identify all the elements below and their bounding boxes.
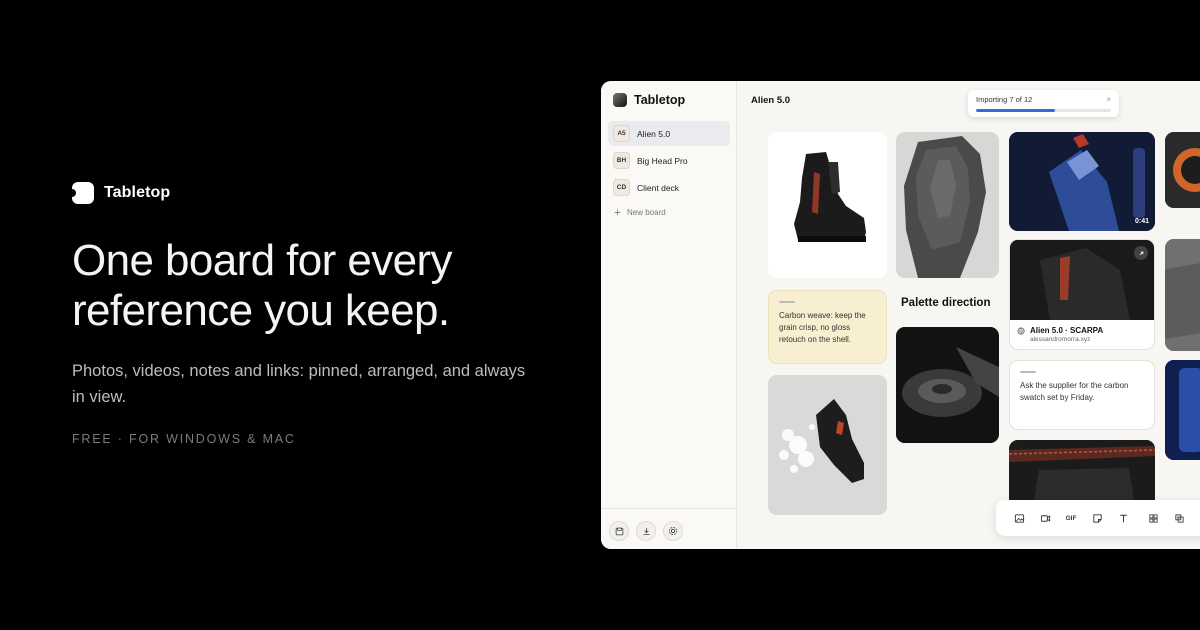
close-icon[interactable]: ×: [1106, 95, 1111, 104]
group-button[interactable]: [1140, 505, 1166, 531]
add-text-button[interactable]: [1110, 505, 1136, 531]
video-thumbnail: [1009, 132, 1155, 231]
image-card-orange-detail[interactable]: [1165, 132, 1200, 208]
brand: Tabletop: [72, 182, 552, 204]
image-card-carbon-detail[interactable]: [896, 327, 999, 443]
board-title: Alien 5.0: [751, 95, 791, 106]
note-card-carbon[interactable]: Carbon weave: keep the grain crisp, no g…: [768, 290, 887, 364]
carbon-detail-image: [896, 327, 999, 443]
tagline: FREE · FOR WINDOWS & MAC: [72, 432, 296, 446]
hero: Tabletop One board for every reference y…: [72, 182, 552, 446]
link-meta: Alien 5.0 · SCARPA alessandromorra.xyz: [1017, 326, 1103, 343]
save-icon: [615, 527, 623, 535]
video-icon: [1040, 514, 1050, 522]
board-list: A5 Alien 5.0 BH Big Head Pro CD Client d…: [608, 121, 730, 222]
insert-toolbar: GIF: [996, 500, 1200, 536]
palette-heading: Palette direction: [901, 297, 991, 309]
toast-text: Importing 7 of 12: [976, 95, 1033, 104]
progress-fill: [976, 109, 1055, 112]
gif-icon: GIF: [1065, 514, 1077, 522]
bring-forward-icon: [1174, 513, 1184, 523]
download-button[interactable]: [636, 521, 656, 541]
image-card-sculpture[interactable]: [896, 132, 999, 278]
sidebar-item-alien-5[interactable]: A5 Alien 5.0: [608, 121, 730, 146]
headline: One board for every reference you keep.: [72, 236, 453, 335]
board-badge: CD: [613, 179, 630, 196]
add-note-button[interactable]: [1084, 505, 1110, 531]
blue-bottle-image: [1165, 360, 1200, 460]
sidebar: Tabletop A5 Alien 5.0 BH Big Head Pro CD…: [601, 81, 737, 549]
tabletop-logo-icon: [72, 182, 94, 204]
sidebar-footer: [601, 508, 737, 541]
add-video-button[interactable]: [1032, 505, 1058, 531]
add-gif-button[interactable]: GIF: [1058, 505, 1084, 531]
group-icon: [1148, 513, 1158, 523]
sidebar-item-big-head-pro[interactable]: BH Big Head Pro: [608, 148, 730, 173]
globe-icon: [1017, 327, 1025, 335]
send-backward-button[interactable]: [1192, 505, 1200, 531]
video-duration: 0:41: [1134, 218, 1149, 225]
add-image-button[interactable]: [1006, 505, 1032, 531]
image-card-texture[interactable]: [1165, 239, 1200, 351]
save-button[interactable]: [609, 521, 629, 541]
new-board-label: New board: [627, 207, 666, 217]
board-badge: BH: [613, 152, 630, 169]
note-text: Ask the supplier for the carbon swatch s…: [1020, 381, 1129, 402]
image-card-blue-bottle[interactable]: [1165, 360, 1200, 460]
boot-image: [794, 152, 866, 242]
app-window: Tabletop A5 Alien 5.0 BH Big Head Pro CD…: [601, 81, 1200, 549]
text-icon: [1119, 514, 1127, 522]
board-name: Big Head Pro: [637, 155, 688, 166]
image-card-boot[interactable]: [768, 132, 887, 278]
external-link-icon: [1139, 251, 1143, 255]
gear-icon: [668, 526, 678, 536]
app-logo-icon: [613, 93, 627, 107]
board-badge: A5: [613, 125, 630, 142]
subtitle: Photos, videos, notes and links: pinned,…: [72, 362, 526, 406]
bring-forward-button[interactable]: [1166, 505, 1192, 531]
board-name: Alien 5.0: [637, 128, 671, 139]
brand-name: Tabletop: [104, 184, 171, 201]
image-icon: [1014, 513, 1024, 523]
drag-handle[interactable]: [779, 301, 795, 303]
link-url: alessandromorra.xyz: [1030, 336, 1091, 343]
video-card-bottles[interactable]: 0:41: [1009, 132, 1155, 231]
note-icon: [1092, 513, 1102, 523]
sidebar-brand-name: Tabletop: [634, 93, 686, 107]
image-card-snow-boot[interactable]: [768, 375, 887, 515]
sidebar-item-client-deck[interactable]: CD Client deck: [608, 175, 730, 200]
sidebar-brand: Tabletop: [613, 93, 685, 107]
settings-button[interactable]: [663, 521, 683, 541]
drag-handle[interactable]: [1020, 371, 1036, 373]
link-card-scarpa[interactable]: Alien 5.0 · SCARPA alessandromorra.xyz: [1009, 239, 1155, 350]
plus-icon: [614, 209, 621, 215]
snow-boot-image: [768, 375, 887, 515]
orange-detail-image: [1165, 132, 1200, 208]
note-card-supplier[interactable]: Ask the supplier for the carbon swatch s…: [1009, 360, 1155, 430]
note-text: Carbon weave: keep the grain crisp, no g…: [779, 311, 866, 344]
sculpture-image: [896, 132, 999, 278]
download-icon: [643, 527, 649, 535]
board-name: Client deck: [637, 182, 680, 193]
new-board-button[interactable]: New board: [608, 202, 730, 222]
texture-image: [1165, 239, 1200, 351]
progress-bar: [976, 109, 1111, 112]
link-preview-image: [1010, 240, 1154, 320]
link-title: Alien 5.0 · SCARPA: [1030, 326, 1104, 335]
board-canvas[interactable]: Alien 5.0 Importing 7 of 12 × Carbon wea…: [738, 81, 1200, 549]
import-toast: Importing 7 of 12 ×: [968, 90, 1119, 117]
open-link-button[interactable]: [1134, 246, 1148, 260]
